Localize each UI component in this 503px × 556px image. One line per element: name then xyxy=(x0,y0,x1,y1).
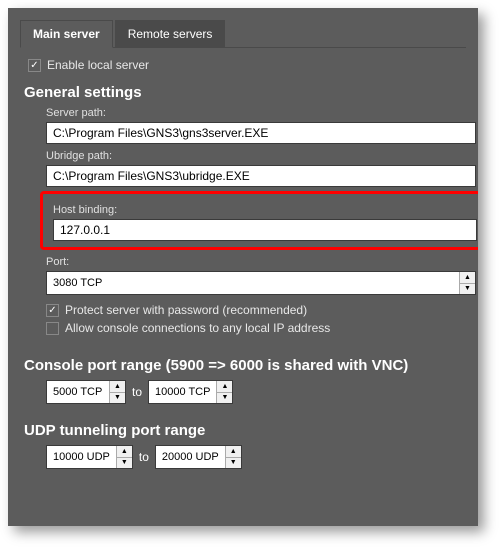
protect-password-label: Protect server with password (recommende… xyxy=(65,303,307,317)
udp-port-to-spinner[interactable]: 20000 UDP ▲ ▼ xyxy=(155,445,242,469)
host-binding-input[interactable] xyxy=(53,219,477,241)
console-port-range-title: Console port range (5900 => 6000 is shar… xyxy=(24,357,466,374)
enable-local-server-label: Enable local server xyxy=(47,58,149,72)
console-port-to-value[interactable]: 10000 TCP xyxy=(149,381,216,403)
port-value[interactable]: 3080 TCP xyxy=(47,272,459,294)
ubridge-path-input[interactable] xyxy=(46,165,476,187)
tabs: Main server Remote servers xyxy=(20,20,466,48)
console-to-label: to xyxy=(132,385,142,399)
console-port-range-row: 5000 TCP ▲ ▼ to 10000 TCP ▲ ▼ xyxy=(46,380,466,404)
allow-console-row: Allow console connections to any local I… xyxy=(46,321,466,335)
host-binding-highlight: Host binding: xyxy=(40,191,478,250)
udp-to-up-button[interactable]: ▲ xyxy=(226,446,241,458)
enable-local-server-checkbox[interactable] xyxy=(28,59,41,72)
console-port-from-value[interactable]: 5000 TCP xyxy=(47,381,109,403)
tab-main-server[interactable]: Main server xyxy=(20,20,113,48)
general-settings-title: General settings xyxy=(24,84,466,101)
allow-console-label: Allow console connections to any local I… xyxy=(65,321,330,335)
protect-password-row: Protect server with password (recommende… xyxy=(46,303,466,317)
udp-port-from-spinner[interactable]: 10000 UDP ▲ ▼ xyxy=(46,445,133,469)
console-to-down-button[interactable]: ▼ xyxy=(217,393,232,404)
port-up-button[interactable]: ▲ xyxy=(460,272,475,284)
udp-from-down-button[interactable]: ▼ xyxy=(117,458,132,469)
udp-port-range-row: 10000 UDP ▲ ▼ to 20000 UDP ▲ ▼ xyxy=(46,445,466,469)
server-path-label: Server path: xyxy=(46,107,466,119)
host-binding-label: Host binding: xyxy=(53,204,477,216)
port-down-button[interactable]: ▼ xyxy=(460,284,475,295)
console-from-down-button[interactable]: ▼ xyxy=(110,393,125,404)
udp-port-to-value[interactable]: 20000 UDP xyxy=(156,446,225,468)
udp-to-down-button[interactable]: ▼ xyxy=(226,458,241,469)
udp-port-from-value[interactable]: 10000 UDP xyxy=(47,446,116,468)
port-label: Port: xyxy=(46,256,466,268)
console-port-from-spinner[interactable]: 5000 TCP ▲ ▼ xyxy=(46,380,126,404)
udp-to-label: to xyxy=(139,450,149,464)
protect-password-checkbox[interactable] xyxy=(46,304,59,317)
console-to-up-button[interactable]: ▲ xyxy=(217,381,232,393)
server-path-input[interactable] xyxy=(46,122,476,144)
ubridge-path-label: Ubridge path: xyxy=(46,150,466,162)
enable-local-server-row: Enable local server xyxy=(28,58,466,72)
console-from-up-button[interactable]: ▲ xyxy=(110,381,125,393)
tab-remote-servers[interactable]: Remote servers xyxy=(115,20,226,48)
port-spinner[interactable]: 3080 TCP ▲ ▼ xyxy=(46,271,476,295)
console-port-to-spinner[interactable]: 10000 TCP ▲ ▼ xyxy=(148,380,233,404)
udp-from-up-button[interactable]: ▲ xyxy=(117,446,132,458)
udp-port-range-title: UDP tunneling port range xyxy=(24,422,466,439)
allow-console-checkbox[interactable] xyxy=(46,322,59,335)
server-settings-panel: Main server Remote servers Enable local … xyxy=(8,8,478,526)
